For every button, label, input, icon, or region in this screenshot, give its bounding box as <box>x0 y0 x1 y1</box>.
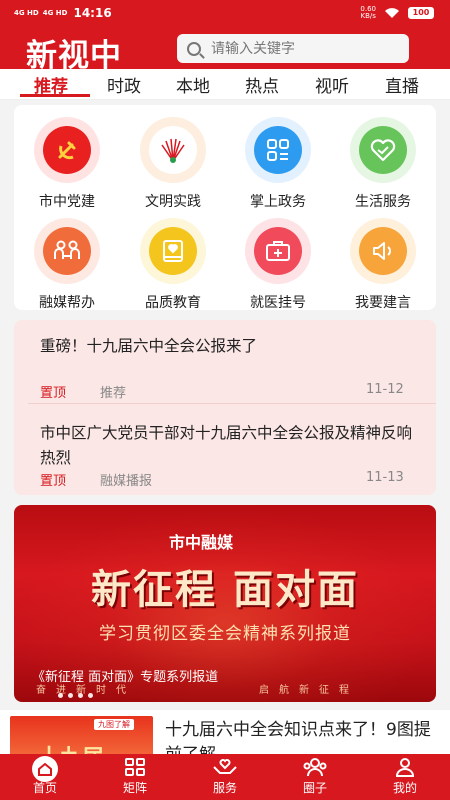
service-label: 掌上政务 <box>250 194 306 210</box>
news-divider <box>28 403 436 404</box>
service-hands-icon <box>190 754 260 780</box>
carousel-dot[interactable] <box>78 693 83 698</box>
party-emblem-icon <box>43 126 91 174</box>
search-input[interactable] <box>211 40 401 57</box>
service-label: 我要建言 <box>355 295 411 311</box>
news-item[interactable]: 重磅！十九届六中全会公报来了 <box>40 334 420 359</box>
news-tag: 推荐 <box>100 386 127 401</box>
search-bar[interactable] <box>177 34 409 63</box>
thumbnail-text: 十九届 <box>38 740 104 754</box>
carousel-dot[interactable] <box>58 693 63 698</box>
nav-services[interactable]: 服务 <box>190 754 260 796</box>
banner-brand-logo: 市中融媒 <box>169 533 234 552</box>
banner-subtitle: 学习贯彻区委全会精神系列报道 <box>99 624 351 644</box>
service-suggestions[interactable]: 我要建言 <box>333 218 433 312</box>
wifi-icon <box>385 8 399 18</box>
article-list-item[interactable]: 九图了解 十九届 十九届六中全会知识点来了！9图提前了解 <box>0 710 450 754</box>
profile-icon <box>370 754 440 780</box>
nav-label: 我的 <box>392 781 417 795</box>
heart-handshake-icon <box>359 126 407 174</box>
service-medical-registration[interactable]: 就医挂号 <box>228 218 328 312</box>
tab-video[interactable]: 视听 <box>315 72 349 97</box>
article-thumbnail: 九图了解 十九届 <box>10 716 153 754</box>
pinned-badge: 置顶 <box>40 474 67 489</box>
service-label: 文明实践 <box>145 194 201 210</box>
tab-politics[interactable]: 时政 <box>107 72 141 97</box>
services-grid: 市中党建 文明实践 掌上政务 生活服务 融媒帮办 品质教育 就医挂号 我要建言 <box>14 105 436 312</box>
nav-profile[interactable]: 我的 <box>370 754 440 796</box>
service-label: 融媒帮办 <box>39 295 95 311</box>
top-news-card: 重磅！十九届六中全会公报来了 置顶 推荐 11-12 市中区广大党员干部对十九届… <box>14 320 436 495</box>
news-item[interactable]: 市中区广大党员干部对十九届六中全会公报及精神反响热烈 <box>40 421 420 471</box>
news-title[interactable]: 市中区广大党员干部对十九届六中全会公报及精神反响热烈 <box>40 421 420 471</box>
pinned-badge: 置顶 <box>40 386 67 401</box>
service-media-help[interactable]: 融媒帮办 <box>17 218 117 312</box>
nav-home[interactable]: 首页 <box>10 754 80 796</box>
news-date: 11-13 <box>366 470 404 485</box>
service-life-services[interactable]: 生活服务 <box>333 117 433 211</box>
news-date: 11-12 <box>366 382 404 397</box>
apps-grid-icon <box>254 126 302 174</box>
nav-label: 圈子 <box>302 781 327 795</box>
banner-slogan-right: 启航新征程 <box>259 685 359 696</box>
service-label: 市中党建 <box>39 194 95 210</box>
service-party-building[interactable]: 市中党建 <box>17 117 117 211</box>
network-indicator-2: 4G HD <box>42 8 68 17</box>
service-quality-education[interactable]: 品质教育 <box>123 218 223 312</box>
nav-matrix[interactable]: 矩阵 <box>100 754 170 796</box>
status-bar: 4G HD 4G HD 14:16 0.60 KB/s 100 <box>0 0 450 26</box>
medical-kit-icon <box>254 227 302 275</box>
app-header: 4G HD 4G HD 14:16 0.60 KB/s 100 新视中 <box>0 0 450 74</box>
service-label: 就医挂号 <box>250 295 306 311</box>
article-title[interactable]: 十九届六中全会知识点来了！9图提前了解 <box>165 718 445 754</box>
service-label: 品质教育 <box>145 295 201 311</box>
carousel-dots[interactable] <box>58 693 93 698</box>
thumbnail-badge: 九图了解 <box>94 719 134 730</box>
feature-banner[interactable]: 市中融媒 新征程 面对面 学习贯彻区委全会精神系列报道 《新征程 面对面》专题系… <box>14 505 436 702</box>
status-time: 14:16 <box>73 6 112 20</box>
active-tab-indicator <box>20 94 90 97</box>
speaker-icon <box>359 227 407 275</box>
tab-live[interactable]: 直播 <box>385 72 419 97</box>
banner-headline: 新征程 面对面 <box>91 567 359 613</box>
bottom-navigation: 首页 矩阵 服务 圈子 我的 <box>0 754 450 800</box>
carousel-dot[interactable] <box>68 693 73 698</box>
network-indicator-1: 4G HD <box>14 8 39 17</box>
community-icon <box>280 754 350 780</box>
news-title[interactable]: 重磅！十九届六中全会公报来了 <box>40 334 420 359</box>
nav-label: 首页 <box>32 781 57 795</box>
people-help-icon <box>43 227 91 275</box>
tab-hot[interactable]: 热点 <box>245 72 279 97</box>
nav-label: 服务 <box>212 781 237 795</box>
fan-logo-icon <box>149 126 197 174</box>
service-civilization-practice[interactable]: 文明实践 <box>123 117 223 211</box>
nav-community[interactable]: 圈子 <box>280 754 350 796</box>
service-label: 生活服务 <box>355 194 411 210</box>
search-icon <box>187 41 201 56</box>
news-tag: 融媒播报 <box>100 474 153 489</box>
tab-local[interactable]: 本地 <box>176 72 210 97</box>
book-heart-icon <box>149 227 197 275</box>
matrix-grid-icon <box>100 754 170 780</box>
carousel-dot[interactable] <box>88 693 93 698</box>
battery-indicator: 100 <box>408 7 434 19</box>
network-speed: 0.60 KB/s <box>360 5 376 20</box>
nav-label: 矩阵 <box>122 781 147 795</box>
home-icon <box>32 756 58 782</box>
service-government-affairs[interactable]: 掌上政务 <box>228 117 328 211</box>
